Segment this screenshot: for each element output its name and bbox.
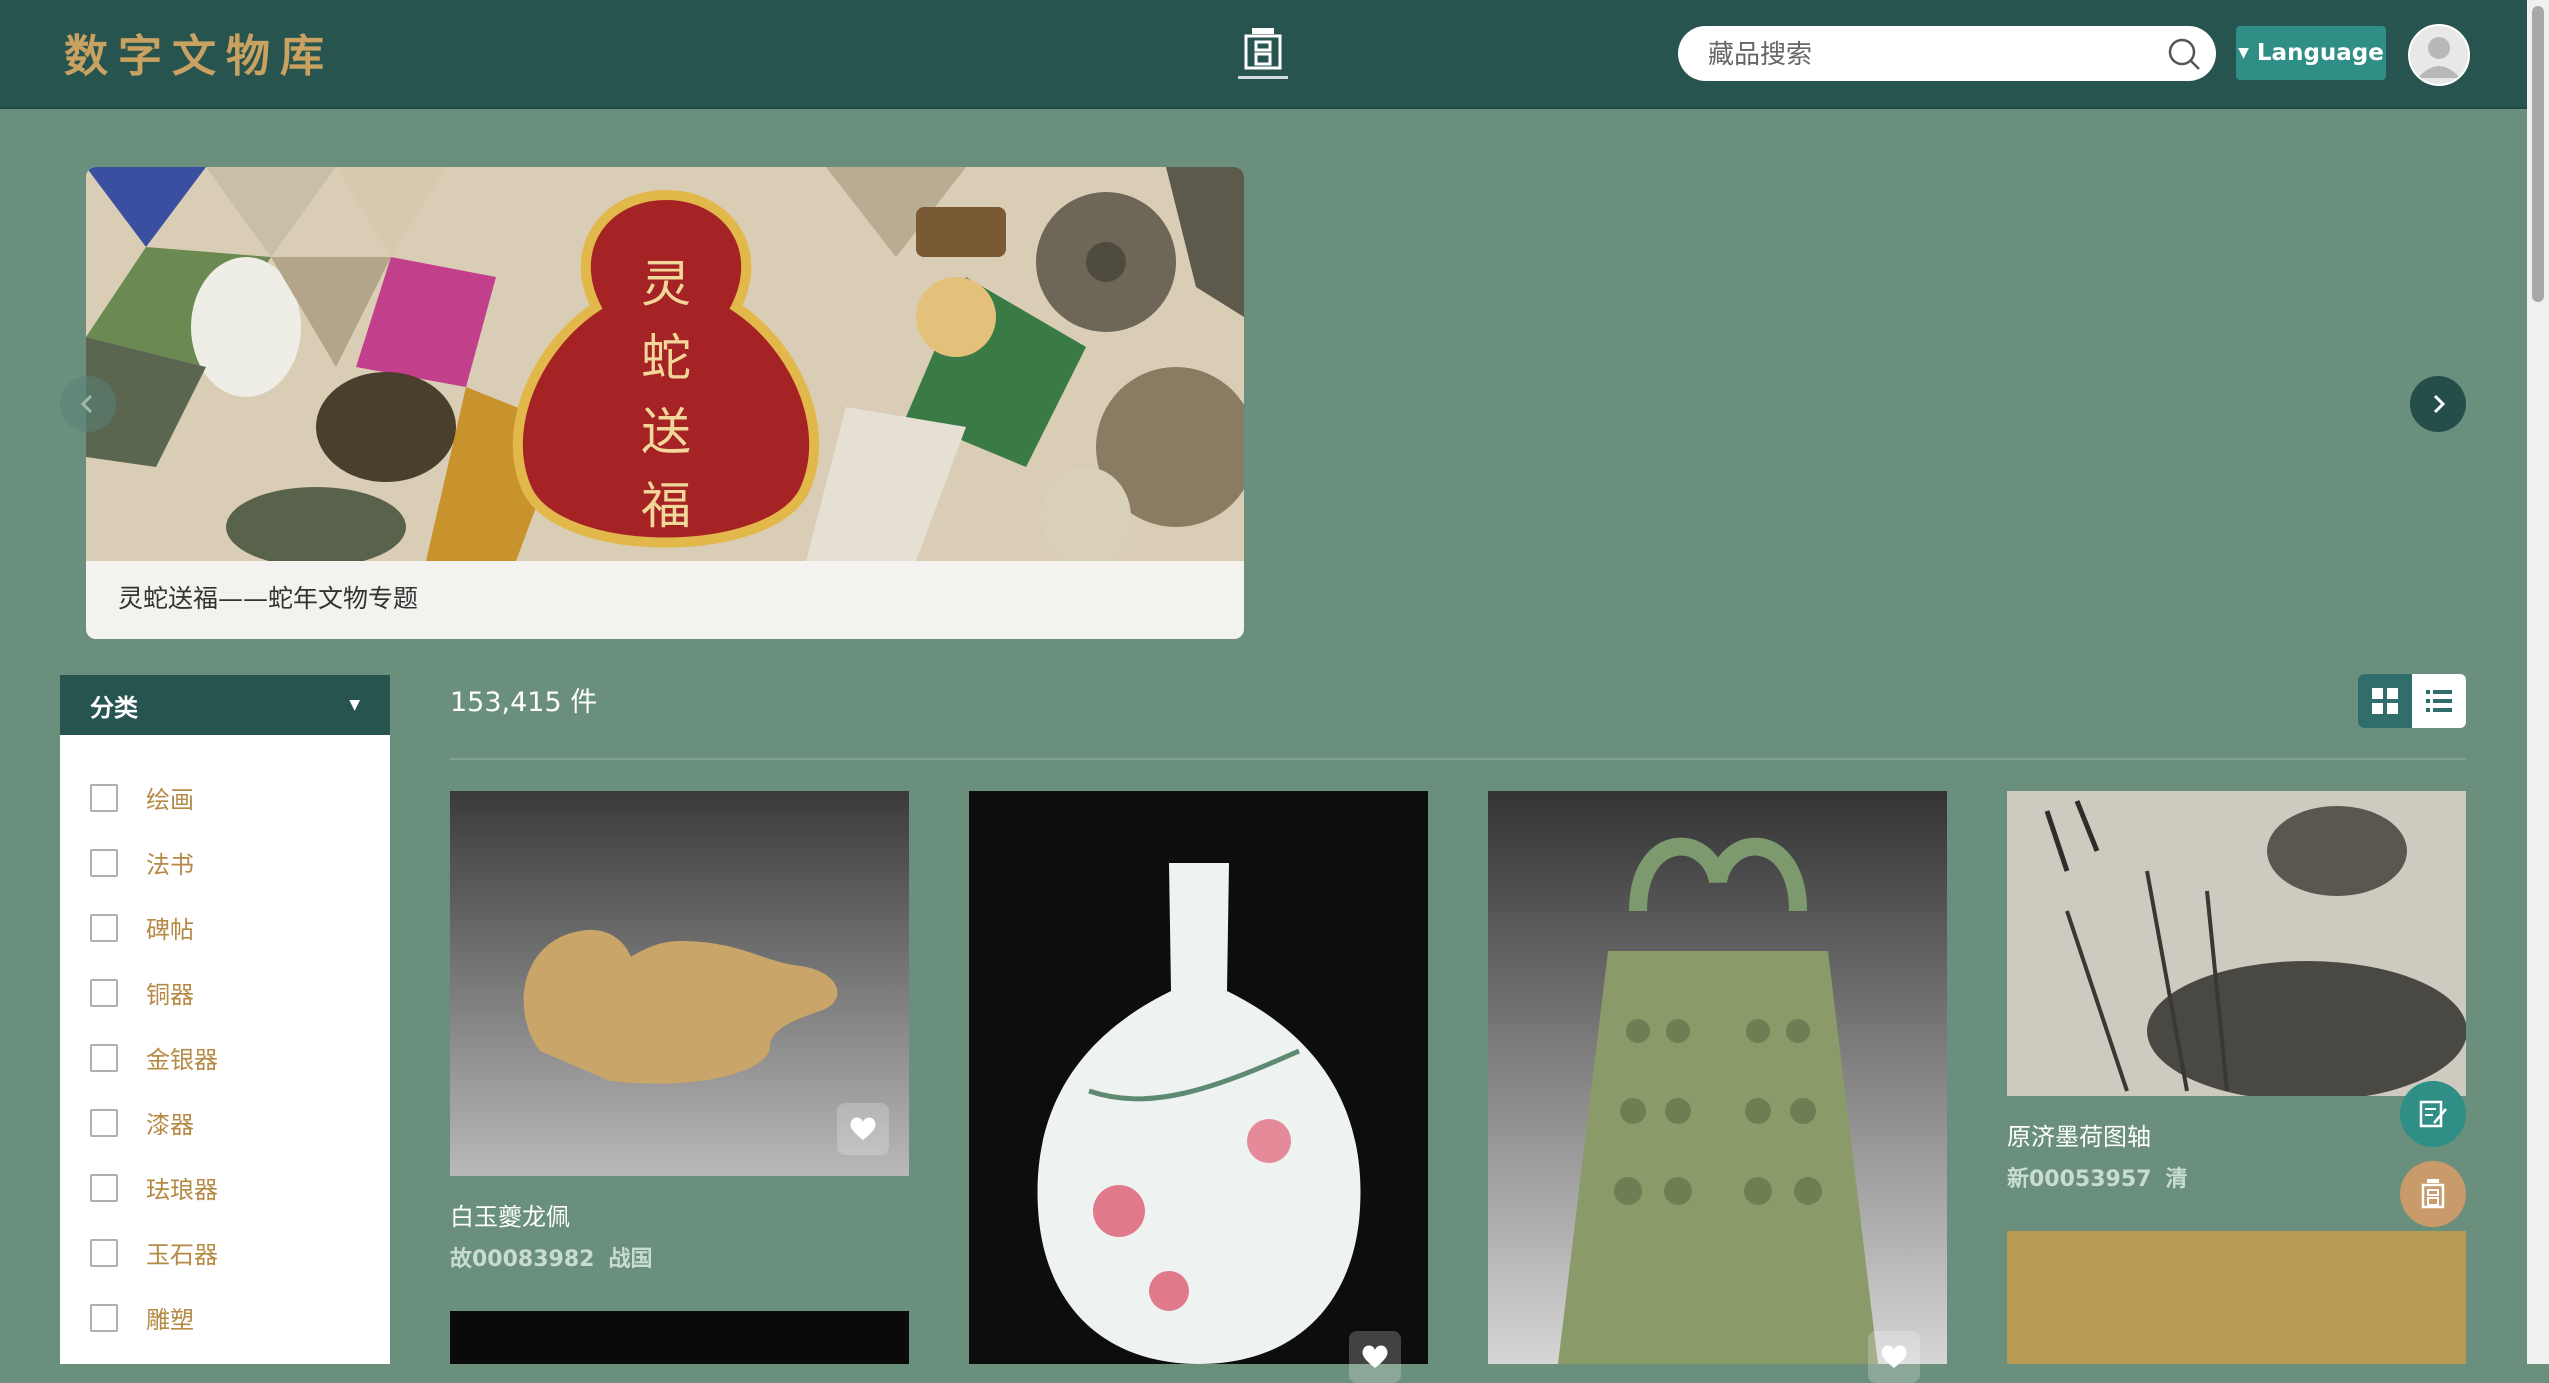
artifact-meta: 新00053957 清: [2007, 1161, 2187, 1193]
category-item[interactable]: 绘画: [60, 765, 390, 830]
chevron-left-icon: [80, 394, 93, 414]
category-item[interactable]: 雕塑: [60, 1285, 390, 1350]
artifact-id: 新00053957: [2007, 1167, 2152, 1192]
language-label: Language: [2256, 40, 2384, 66]
category-label: 珐琅器: [146, 1176, 218, 1204]
category-list: 绘画 法书 碑帖 铜器 金银器 漆器 珐琅器 玉石器 雕塑: [60, 735, 390, 1364]
category-checkbox[interactable]: [90, 783, 118, 812]
banner-headline: 灵 蛇 送 福: [631, 247, 701, 543]
category-label: 漆器: [146, 1111, 194, 1139]
banner-headline-char: 福: [641, 477, 691, 535]
search-input[interactable]: [1706, 26, 2150, 83]
artifact-image[interactable]: [2007, 1231, 2466, 1364]
artifact-title[interactable]: 白玉夔龙佩: [450, 1197, 570, 1232]
banner-headline-char: 灵: [641, 255, 691, 313]
search-icon[interactable]: [2166, 36, 2202, 72]
grid-icon: [2372, 688, 2398, 714]
favorite-button[interactable]: [1868, 1331, 1920, 1383]
category-item[interactable]: 铜器: [60, 960, 390, 1025]
user-icon: [2418, 37, 2460, 78]
category-item[interactable]: 漆器: [60, 1090, 390, 1155]
banner-headline-char: 蛇: [641, 329, 691, 387]
carousel-next-button[interactable]: [2410, 376, 2466, 432]
artifact-title[interactable]: 原济墨荷图轴: [2007, 1117, 2151, 1152]
category-checkbox[interactable]: [90, 1173, 118, 1202]
category-checkbox[interactable]: [90, 978, 118, 1007]
list-view-button[interactable]: [2412, 674, 2466, 728]
banner-caption[interactable]: 灵蛇送福——蛇年文物专题: [118, 579, 418, 615]
heart-icon: [850, 1117, 876, 1140]
category-item[interactable]: 珐琅器: [60, 1155, 390, 1220]
view-mode-toggle: [2358, 674, 2466, 728]
edit-note-icon: [2419, 1100, 2447, 1128]
category-item[interactable]: 玉石器: [60, 1220, 390, 1285]
chevron-right-icon: [2433, 394, 2446, 414]
category-filter-panel: 分类 ▼ 绘画 法书 碑帖 铜器 金银器 漆器 珐琅器 玉石器 雕塑: [60, 675, 390, 1364]
category-checkbox[interactable]: [90, 1043, 118, 1072]
category-checkbox[interactable]: [90, 913, 118, 942]
top-nav-bar: 数字文物库 ▼ Language: [0, 0, 2527, 109]
banner-caption-bar: 灵蛇送福——蛇年文物专题: [86, 561, 1244, 639]
category-label: 金银器: [146, 1046, 218, 1074]
heart-icon: [1881, 1345, 1907, 1368]
category-item[interactable]: 法书: [60, 830, 390, 895]
artifact-image[interactable]: [969, 791, 1428, 1364]
featured-banner[interactable]: 灵 蛇 送 福 灵蛇送福——蛇年文物专题: [86, 167, 1244, 639]
famille-rose-vase-image: [1037, 863, 1361, 1364]
favorite-button[interactable]: [837, 1103, 889, 1155]
category-checkbox[interactable]: [90, 848, 118, 877]
category-label: 雕塑: [146, 1306, 194, 1334]
heart-icon: [1362, 1345, 1388, 1368]
museum-home-button[interactable]: [2400, 1161, 2466, 1227]
grid-view-button[interactable]: [2358, 674, 2412, 728]
favorite-button[interactable]: [1349, 1331, 1401, 1383]
language-button[interactable]: ▼ Language: [2236, 26, 2386, 80]
palace-museum-icon: [2421, 1179, 2445, 1209]
category-checkbox[interactable]: [90, 1303, 118, 1332]
list-icon: [2426, 690, 2452, 712]
category-label: 玉石器: [146, 1241, 218, 1269]
palace-museum-logo-icon[interactable]: [1232, 22, 1294, 86]
user-avatar[interactable]: [2408, 24, 2470, 86]
site-title[interactable]: 数字文物库: [64, 20, 334, 84]
artifact-card[interactable]: [1488, 791, 1947, 1383]
artifact-card[interactable]: 原济墨荷图轴 新00053957 清: [2007, 791, 2466, 1211]
artifact-card[interactable]: [969, 791, 1428, 1383]
scrollbar-thumb[interactable]: [2532, 6, 2544, 302]
artifact-image[interactable]: [450, 1311, 909, 1364]
category-checkbox[interactable]: [90, 1238, 118, 1267]
category-label: 铜器: [146, 981, 194, 1009]
banner-headline-char: 送: [641, 403, 691, 461]
category-label: 碑帖: [146, 916, 194, 944]
carousel-prev-button[interactable]: [60, 376, 116, 432]
bronze-bell-image: [1558, 837, 1878, 1364]
category-filter-header[interactable]: 分类 ▼: [60, 675, 390, 735]
category-item[interactable]: 金银器: [60, 1025, 390, 1090]
artifact-image[interactable]: [1488, 791, 1947, 1364]
artifact-image[interactable]: [2007, 791, 2466, 1096]
feedback-button[interactable]: [2400, 1081, 2466, 1147]
results-divider: [450, 758, 2466, 760]
caret-down-icon: ▼: [2238, 45, 2249, 61]
category-label: 绘画: [146, 786, 194, 814]
ink-lotus-painting-image: [2044, 800, 2466, 1096]
artifact-era: 清: [2165, 1167, 2188, 1192]
category-label: 法书: [146, 851, 194, 879]
caret-down-icon: ▼: [349, 697, 360, 713]
search-bar: [1678, 26, 2216, 83]
artifact-card[interactable]: 白玉夔龙佩 故00083982 战国: [450, 791, 909, 1291]
category-filter-title: 分类: [90, 693, 138, 722]
artifact-era: 战国: [608, 1247, 653, 1272]
category-checkbox[interactable]: [90, 1108, 118, 1137]
result-count: 153,415 件: [450, 687, 598, 718]
artifact-meta: 故00083982 战国: [450, 1241, 652, 1273]
artifact-id: 故00083982: [450, 1247, 595, 1272]
category-item[interactable]: 碑帖: [60, 895, 390, 960]
